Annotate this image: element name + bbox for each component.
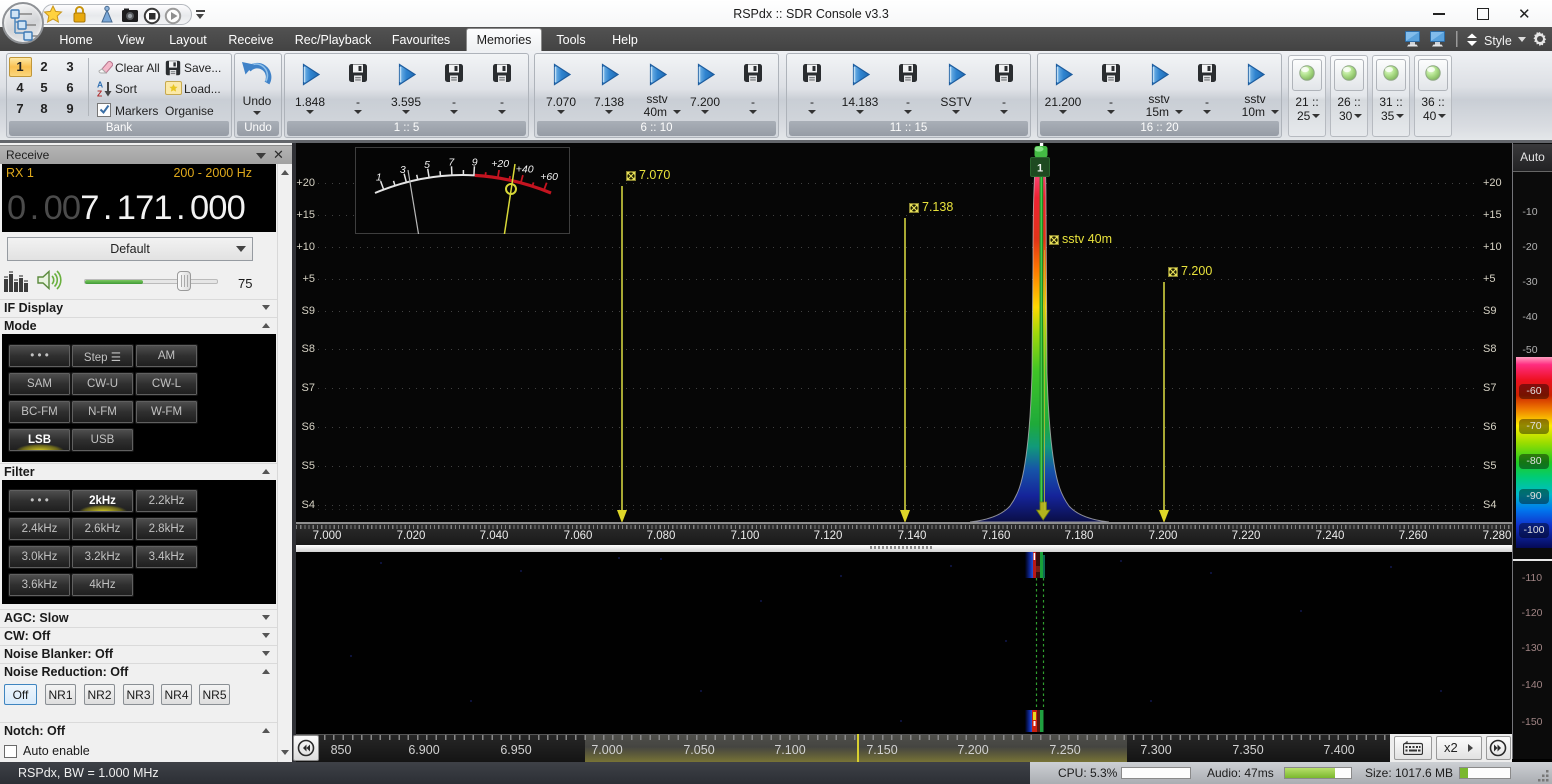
svg-text:+20: +20: [491, 158, 509, 170]
svg-text:3: 3: [400, 164, 406, 176]
svg-text:+60: +60: [540, 171, 558, 183]
svg-text:1: 1: [1037, 163, 1043, 175]
svg-text:1: 1: [376, 172, 382, 184]
svg-text:5: 5: [424, 159, 430, 171]
svg-text:Z: Z: [97, 89, 102, 98]
svg-text:9: 9: [472, 156, 478, 168]
svg-text:+40: +40: [516, 163, 534, 175]
